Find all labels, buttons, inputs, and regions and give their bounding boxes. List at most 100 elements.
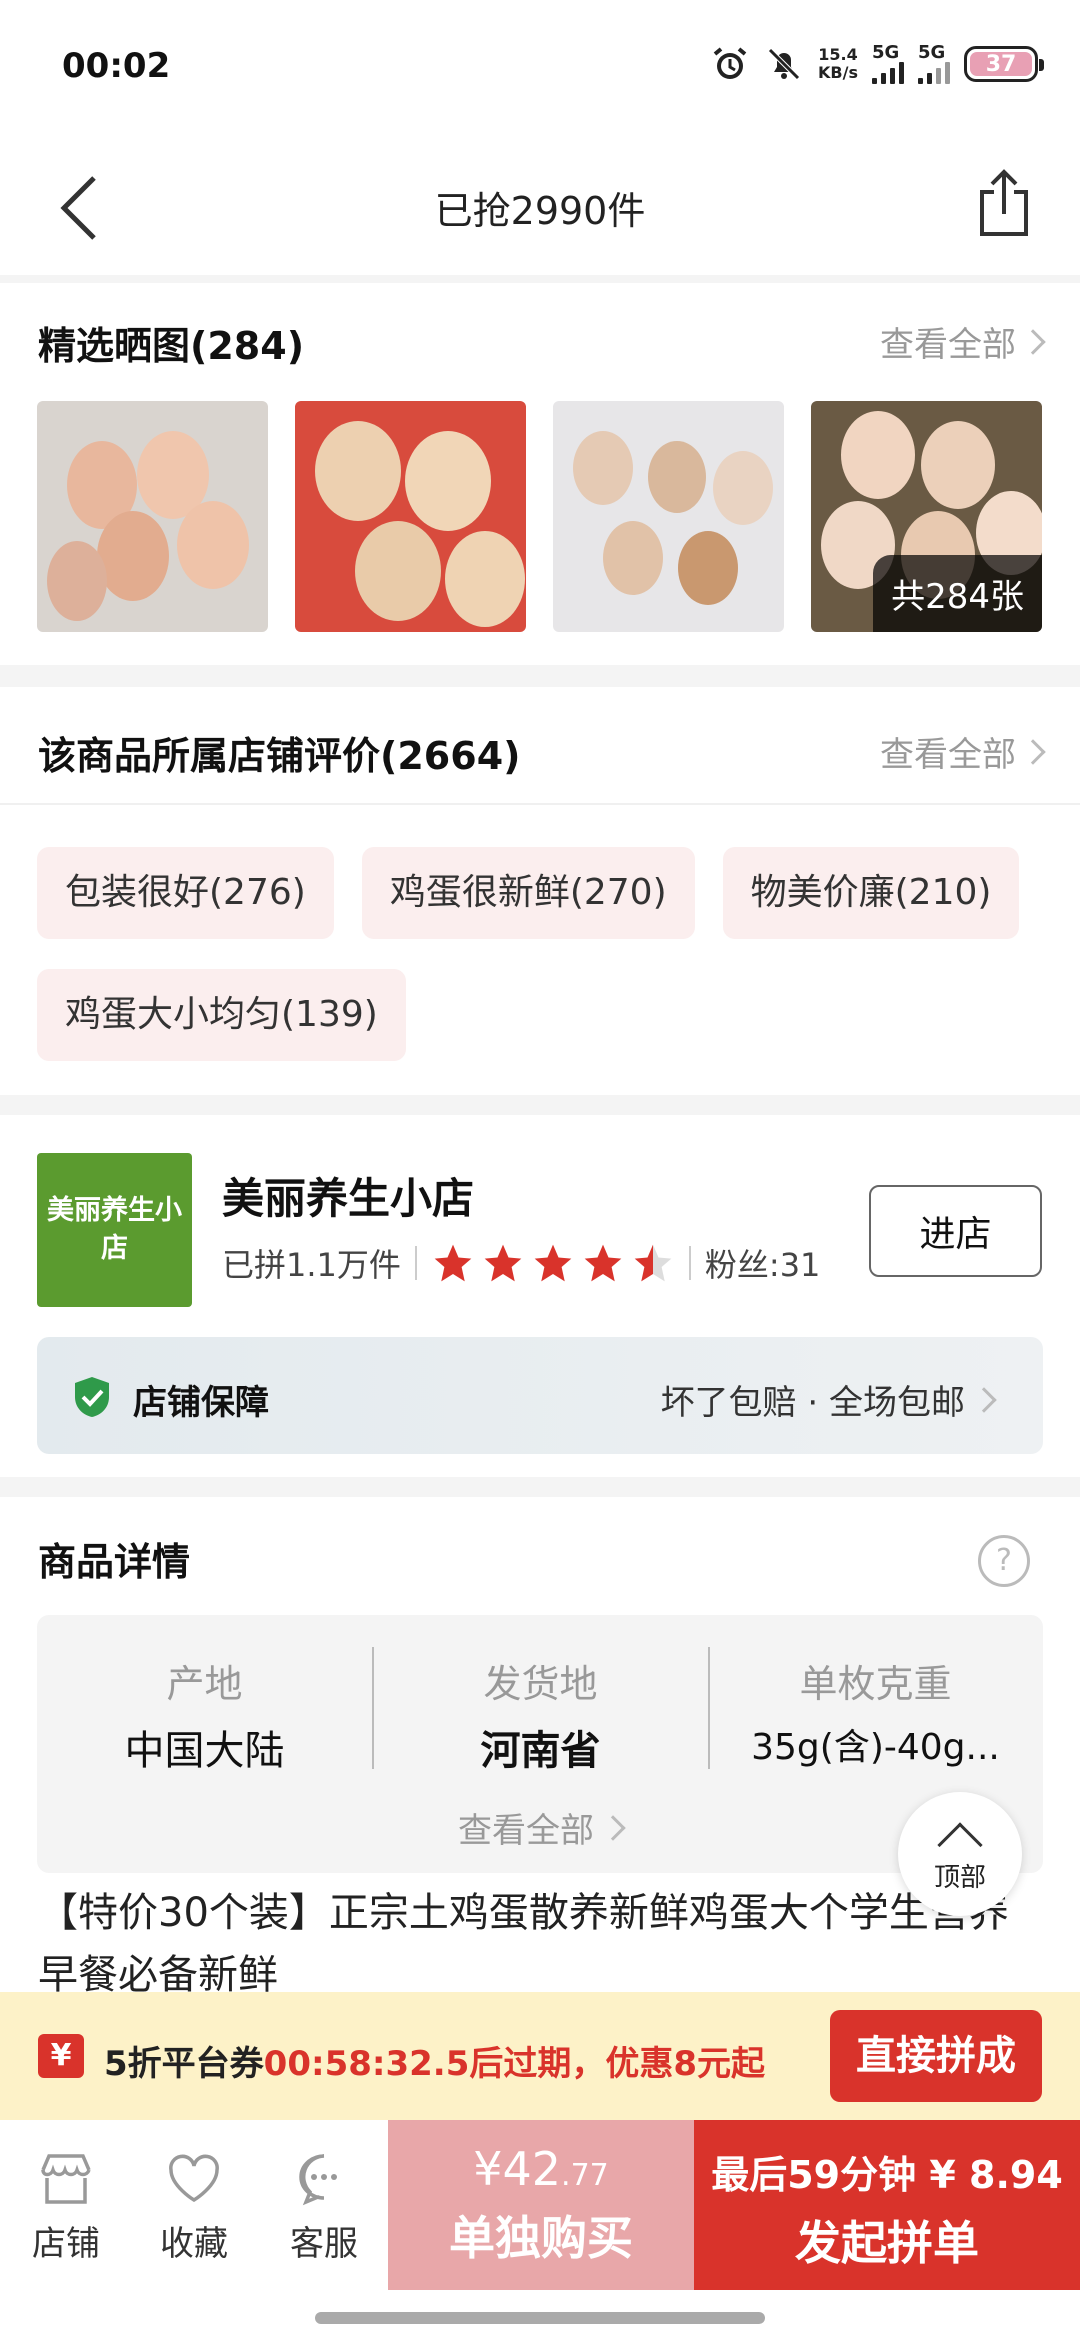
alarm-icon bbox=[713, 47, 747, 79]
shield-check-icon bbox=[75, 1377, 109, 1417]
star-icon bbox=[534, 1244, 572, 1282]
attr-value: 河南省 bbox=[480, 1728, 601, 1774]
heart-icon bbox=[169, 2154, 219, 2203]
coupon-icon: ¥ bbox=[38, 2034, 84, 2078]
star-icon bbox=[484, 1244, 522, 1282]
group-countdown-price: 最后59分钟 ¥ 8.94 bbox=[711, 2153, 1063, 2197]
attr-key: 发货地 bbox=[483, 1662, 598, 1706]
photo-view-all[interactable]: 查看全部 bbox=[880, 317, 1046, 366]
attr-value: 中国大陆 bbox=[124, 1728, 285, 1774]
shop-fans: 粉丝:31 bbox=[704, 1246, 821, 1284]
chevron-right-icon bbox=[600, 1814, 626, 1841]
star-icon bbox=[584, 1244, 622, 1282]
coupon-text: 5折平台券00:58:32.5后过期，优惠8元起 bbox=[104, 2036, 765, 2085]
review-tag[interactable]: 物美价廉(210) bbox=[722, 847, 1020, 939]
chevron-right-icon bbox=[971, 1386, 997, 1413]
detail-title: 商品详情 bbox=[38, 1540, 191, 1584]
page-title: 已抢2990件 bbox=[434, 189, 646, 233]
status-time: 00:02 bbox=[62, 46, 171, 86]
shop-rating bbox=[431, 1241, 675, 1285]
attr-value: 35g(含)-40g... bbox=[751, 1727, 1000, 1768]
photo-list: 共284张 bbox=[37, 401, 1042, 632]
attr-view-all-label: 查看全部 bbox=[458, 1811, 594, 1851]
tab-favorite[interactable]: 收藏 bbox=[144, 2148, 244, 2265]
home-indicator bbox=[315, 2312, 765, 2324]
attr-egg-weight: 单枚克重 35g(含)-40g... bbox=[708, 1653, 1043, 1770]
single-price: ¥42.77 bbox=[388, 2142, 694, 2196]
photo-section: 精选晒图(284) 查看全部 共284张 bbox=[0, 283, 1080, 665]
review-photo[interactable] bbox=[37, 401, 268, 632]
attr-key: 产地 bbox=[166, 1662, 243, 1706]
review-tag[interactable]: 鸡蛋很新鲜(270) bbox=[361, 847, 695, 939]
attr-view-all[interactable]: 查看全部 bbox=[37, 1803, 1043, 1852]
single-price-dec: .77 bbox=[561, 2158, 609, 2193]
shop-logo[interactable]: 美丽养生小店 bbox=[37, 1153, 192, 1307]
review-view-all[interactable]: 查看全部 bbox=[880, 727, 1046, 776]
help-icon[interactable]: ? bbox=[978, 1535, 1030, 1587]
net-speed-unit: KB/s bbox=[818, 63, 858, 82]
guarantee-label: 店铺保障 bbox=[133, 1383, 269, 1423]
start-group-button[interactable]: 最后59分钟 ¥ 8.94 发起拼单 bbox=[694, 2120, 1080, 2290]
buy-single-label: 单独购买 bbox=[449, 2211, 633, 2265]
status-icons: 15.4 KB/s 5G 5G 37 bbox=[710, 44, 1044, 84]
store-icon bbox=[41, 2154, 91, 2204]
currency-symbol: ¥ bbox=[473, 2142, 503, 2196]
review-tag[interactable]: 鸡蛋大小均匀(139) bbox=[37, 969, 406, 1061]
half-star-icon bbox=[634, 1244, 672, 1282]
divider bbox=[688, 1246, 691, 1280]
start-group-label: 发起拼单 bbox=[795, 2216, 979, 2270]
review-section-title: 该商品所属店铺评价(2664) bbox=[38, 734, 521, 778]
coupon-name: 5折平台券 bbox=[104, 2044, 264, 2084]
bottom-action-bar: 店铺 收藏 客服 ¥42.77 单独购买 最后59分钟 ¥ 8.94 发起拼单 bbox=[0, 2120, 1080, 2290]
tab-store-label: 店铺 bbox=[32, 2224, 100, 2264]
product-detail-section: 商品详情 ? 产地 中国大陆 发货地 河南省 单枚克重 35g(含)-40g..… bbox=[0, 1497, 1080, 1992]
coupon-countdown: 00:58:32.5 bbox=[263, 2044, 470, 2084]
photo-section-title: 精选晒图(284) bbox=[38, 324, 305, 368]
battery-level: 37 bbox=[985, 51, 1017, 77]
review-photo[interactable] bbox=[295, 401, 526, 632]
tab-store[interactable]: 店铺 bbox=[16, 2148, 116, 2265]
mute-bell-icon bbox=[768, 48, 800, 80]
buy-single-button[interactable]: ¥42.77 单独购买 bbox=[388, 2120, 694, 2290]
tab-service-label: 客服 bbox=[290, 2224, 358, 2264]
signal-bars-icon bbox=[872, 62, 904, 84]
signal-sim1: 5G bbox=[872, 44, 904, 84]
shop-sold-count: 已拼1.1万件 bbox=[222, 1246, 401, 1284]
net-speed: 15.4 KB/s bbox=[818, 46, 858, 82]
enter-shop-button[interactable]: 进店 bbox=[869, 1185, 1042, 1277]
coupon-suffix: 后过期，优惠8元起 bbox=[469, 2044, 766, 2084]
review-photo[interactable]: 共284张 bbox=[811, 401, 1042, 632]
shop-name[interactable]: 美丽养生小店 bbox=[222, 1165, 474, 1226]
guarantee-text: 坏了包赔 · 全场包邮 bbox=[660, 1383, 965, 1423]
review-photo[interactable] bbox=[553, 401, 784, 632]
sim2-label: 5G bbox=[918, 42, 946, 63]
direct-group-button[interactable]: 直接拼成 bbox=[830, 2010, 1042, 2102]
signal-bars-icon bbox=[918, 62, 950, 84]
nav-bar: 已抢2990件 bbox=[0, 140, 1080, 275]
review-view-all-label: 查看全部 bbox=[880, 735, 1016, 775]
signal-sim2: 5G bbox=[918, 44, 950, 84]
chevron-right-icon bbox=[1020, 328, 1046, 355]
shop-review-section: 该商品所属店铺评价(2664) 查看全部 包装很好(276) 鸡蛋很新鲜(270… bbox=[0, 687, 1080, 1095]
status-bar: 00:02 15.4 KB/s 5G 5G 37 bbox=[0, 0, 1080, 140]
battery-icon: 37 bbox=[964, 46, 1044, 82]
net-speed-value: 15.4 bbox=[818, 45, 858, 64]
tab-service[interactable]: 客服 bbox=[274, 2148, 374, 2265]
guarantee-text-wrap: 坏了包赔 · 全场包邮 bbox=[660, 1375, 997, 1424]
back-to-top-button[interactable]: 顶部 bbox=[898, 1792, 1022, 1916]
gesture-bar bbox=[0, 2290, 1080, 2345]
attribute-box: 产地 中国大陆 发货地 河南省 单枚克重 35g(含)-40g... 查看全部 bbox=[37, 1615, 1043, 1873]
photo-view-all-label: 查看全部 bbox=[880, 325, 1016, 365]
review-tag-list: 包装很好(276) 鸡蛋很新鲜(270) 物美价廉(210) 鸡蛋大小均匀(13… bbox=[37, 847, 1047, 1061]
shop-section: 美丽养生小店 美丽养生小店 已拼1.1万件 粉丝:31 进店 店铺保障 坏了包赔… bbox=[0, 1115, 1080, 1477]
attr-key: 单枚克重 bbox=[799, 1662, 952, 1706]
attr-ship-from: 发货地 河南省 bbox=[373, 1653, 708, 1776]
shop-guarantee-bar[interactable]: 店铺保障 坏了包赔 · 全场包邮 bbox=[37, 1337, 1043, 1454]
star-icon bbox=[434, 1244, 472, 1282]
tab-favorite-label: 收藏 bbox=[160, 2224, 228, 2264]
sim1-label: 5G bbox=[872, 42, 900, 63]
attr-origin: 产地 中国大陆 bbox=[37, 1653, 372, 1776]
review-tag[interactable]: 包装很好(276) bbox=[37, 847, 334, 939]
share-icon[interactable] bbox=[974, 166, 1034, 238]
divider bbox=[414, 1246, 417, 1280]
